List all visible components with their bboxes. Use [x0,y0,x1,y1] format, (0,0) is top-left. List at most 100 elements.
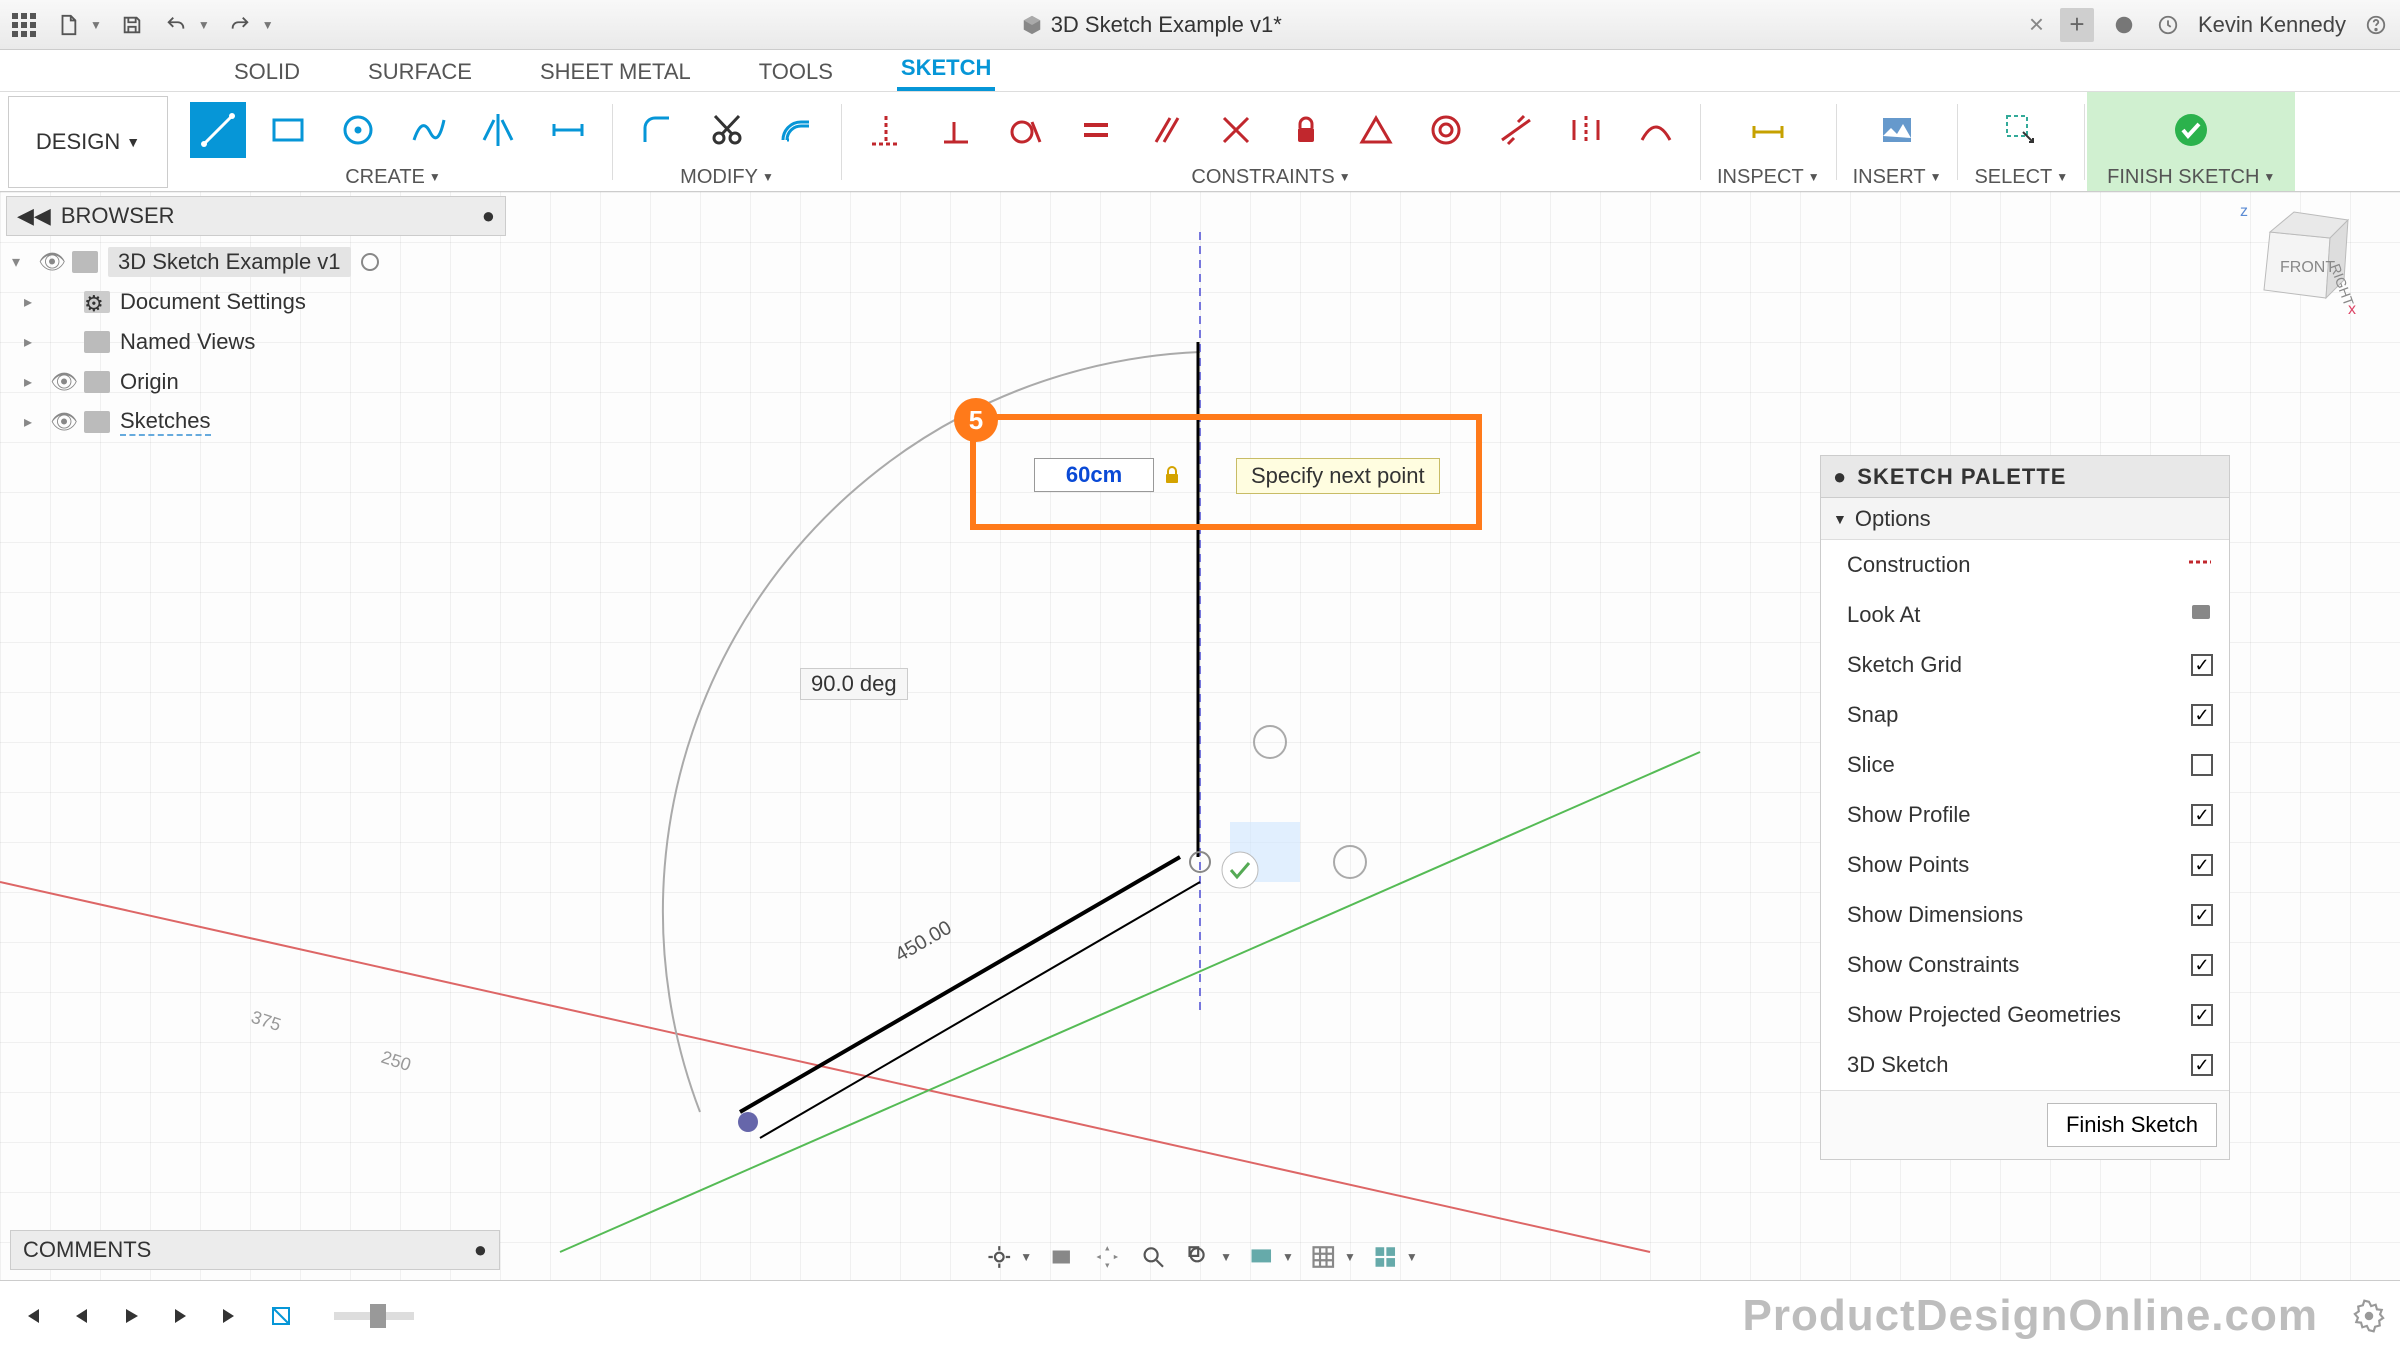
browser-header[interactable]: ◀◀BROWSER ● [6,196,506,236]
save-icon[interactable] [118,11,146,39]
display-settings-icon[interactable] [1244,1242,1278,1272]
insert-image-icon[interactable] [1869,102,1925,158]
line-tool-icon[interactable] [190,102,246,158]
collapse-arrow-icon[interactable]: ◀◀ [17,203,51,229]
zoom-icon[interactable] [1136,1242,1170,1272]
spline-tool-icon[interactable] [400,102,456,158]
timeline-start-icon[interactable] [14,1299,48,1333]
palette-row[interactable]: Sketch Grid✓ [1821,640,2229,690]
timeline-end-icon[interactable] [214,1299,248,1333]
palette-row[interactable]: Show Profile✓ [1821,790,2229,840]
tab-solid[interactable]: SOLID [230,53,304,91]
midpoint-constraint-icon[interactable] [1348,102,1404,158]
new-file-icon[interactable] [54,11,82,39]
checkbox[interactable]: ✓ [2191,854,2213,876]
extensions-icon[interactable] [2110,11,2138,39]
tree-item[interactable]: ▸👁Sketches [6,402,506,442]
timeline-prev-icon[interactable] [64,1299,98,1333]
circle-tool-icon[interactable] [330,102,386,158]
pin-icon[interactable]: ● [474,1237,487,1263]
job-status-icon[interactable] [2154,11,2182,39]
checkbox[interactable]: ✓ [2191,654,2213,676]
horizontal-constraint-icon[interactable] [858,102,914,158]
tab-sheet-metal[interactable]: SHEET METAL [536,53,695,91]
tab-sketch[interactable]: SKETCH [897,49,995,91]
redo-icon[interactable] [226,11,254,39]
checkbox[interactable]: ✓ [2191,954,2213,976]
fix-constraint-icon[interactable] [1278,102,1334,158]
perpendicular-constraint-icon[interactable] [928,102,984,158]
tab-surface[interactable]: SURFACE [364,53,476,91]
timeline-next-icon[interactable] [164,1299,198,1333]
checkbox[interactable]: ✓ [2191,804,2213,826]
new-tab-button[interactable]: + [2060,8,2094,42]
palette-row[interactable]: Slice [1821,740,2229,790]
checkbox[interactable] [2191,754,2213,776]
offset-tool-icon[interactable] [769,102,825,158]
viewcube[interactable]: FRONT RIGHT z x [2230,202,2360,332]
palette-row[interactable]: Show Points✓ [1821,840,2229,890]
construction-icon[interactable] [2187,552,2213,578]
look-at-icon[interactable] [2189,601,2213,629]
create-label[interactable]: CREATE▼ [345,163,441,191]
equal-constraint-icon[interactable] [1068,102,1124,158]
fillet-tool-icon[interactable] [629,102,685,158]
collapse-icon[interactable]: ● [1833,464,1847,490]
palette-row[interactable]: Show Constraints✓ [1821,940,2229,990]
concentric-constraint-icon[interactable] [1418,102,1474,158]
zoom-window-icon[interactable] [1182,1242,1216,1272]
chevron-down-icon[interactable]: ▾ [12,252,28,272]
palette-row[interactable]: Look At [1821,590,2229,640]
orbit-icon[interactable] [982,1242,1016,1272]
checkbox[interactable]: ✓ [2191,704,2213,726]
undo-icon[interactable] [162,11,190,39]
caret-icon[interactable]: ▼ [198,18,210,32]
visibility-icon[interactable]: 👁 [38,249,62,275]
palette-row[interactable]: Construction [1821,540,2229,590]
caret-icon[interactable]: ▼ [90,18,102,32]
look-at-icon[interactable] [1044,1242,1078,1272]
settings-gear-icon[interactable] [2352,1299,2386,1333]
help-icon[interactable] [2362,11,2390,39]
palette-row[interactable]: Snap✓ [1821,690,2229,740]
parallel-constraint-icon[interactable] [1138,102,1194,158]
tree-item[interactable]: ▸⚙Document Settings [6,282,506,322]
finish-sketch-palette-button[interactable]: Finish Sketch [2047,1103,2217,1147]
measure-icon[interactable] [1740,102,1796,158]
tree-item[interactable]: ▸👁Origin [6,362,506,402]
checkbox[interactable]: ✓ [2191,1054,2213,1076]
coincident-constraint-icon[interactable] [1208,102,1264,158]
timeline-slider[interactable] [334,1312,414,1320]
close-tab-icon[interactable]: × [2029,9,2044,40]
palette-row[interactable]: Show Dimensions✓ [1821,890,2229,940]
tree-root[interactable]: ▾ 👁 3D Sketch Example v1 [6,242,506,282]
tangent-constraint-icon[interactable] [998,102,1054,158]
timeline-feature-icon[interactable] [264,1299,298,1333]
active-radio[interactable] [361,253,379,271]
dimension-tool-icon[interactable] [540,102,596,158]
tree-item[interactable]: ▸Named Views [6,322,506,362]
finish-sketch-button[interactable]: FINISH SKETCH▼ [2087,92,2295,191]
select-tool-icon[interactable] [1993,102,2049,158]
grid-settings-icon[interactable] [1306,1242,1340,1272]
modify-label[interactable]: MODIFY▼ [680,163,774,191]
dimension-input[interactable] [1034,458,1154,492]
mirror-tool-icon[interactable] [470,102,526,158]
viewport-icon[interactable] [1368,1242,1402,1272]
inspect-label[interactable]: INSPECT▼ [1717,163,1820,191]
palette-row[interactable]: 3D Sketch✓ [1821,1040,2229,1090]
select-label[interactable]: SELECT▼ [1974,163,2068,191]
constraints-label[interactable]: CONSTRAINTS▼ [1191,163,1350,191]
checkbox[interactable]: ✓ [2191,904,2213,926]
trim-tool-icon[interactable] [699,102,755,158]
caret-icon[interactable]: ▼ [262,18,274,32]
pan-icon[interactable] [1090,1242,1124,1272]
comments-bar[interactable]: COMMENTS● [10,1230,500,1270]
rectangle-tool-icon[interactable] [260,102,316,158]
workspace-switcher[interactable]: DESIGN▼ [8,96,168,188]
symmetry-constraint-icon[interactable] [1558,102,1614,158]
timeline-play-icon[interactable] [114,1299,148,1333]
palette-row[interactable]: Show Projected Geometries✓ [1821,990,2229,1040]
tab-tools[interactable]: TOOLS [755,53,837,91]
apps-grid-icon[interactable] [10,11,38,39]
